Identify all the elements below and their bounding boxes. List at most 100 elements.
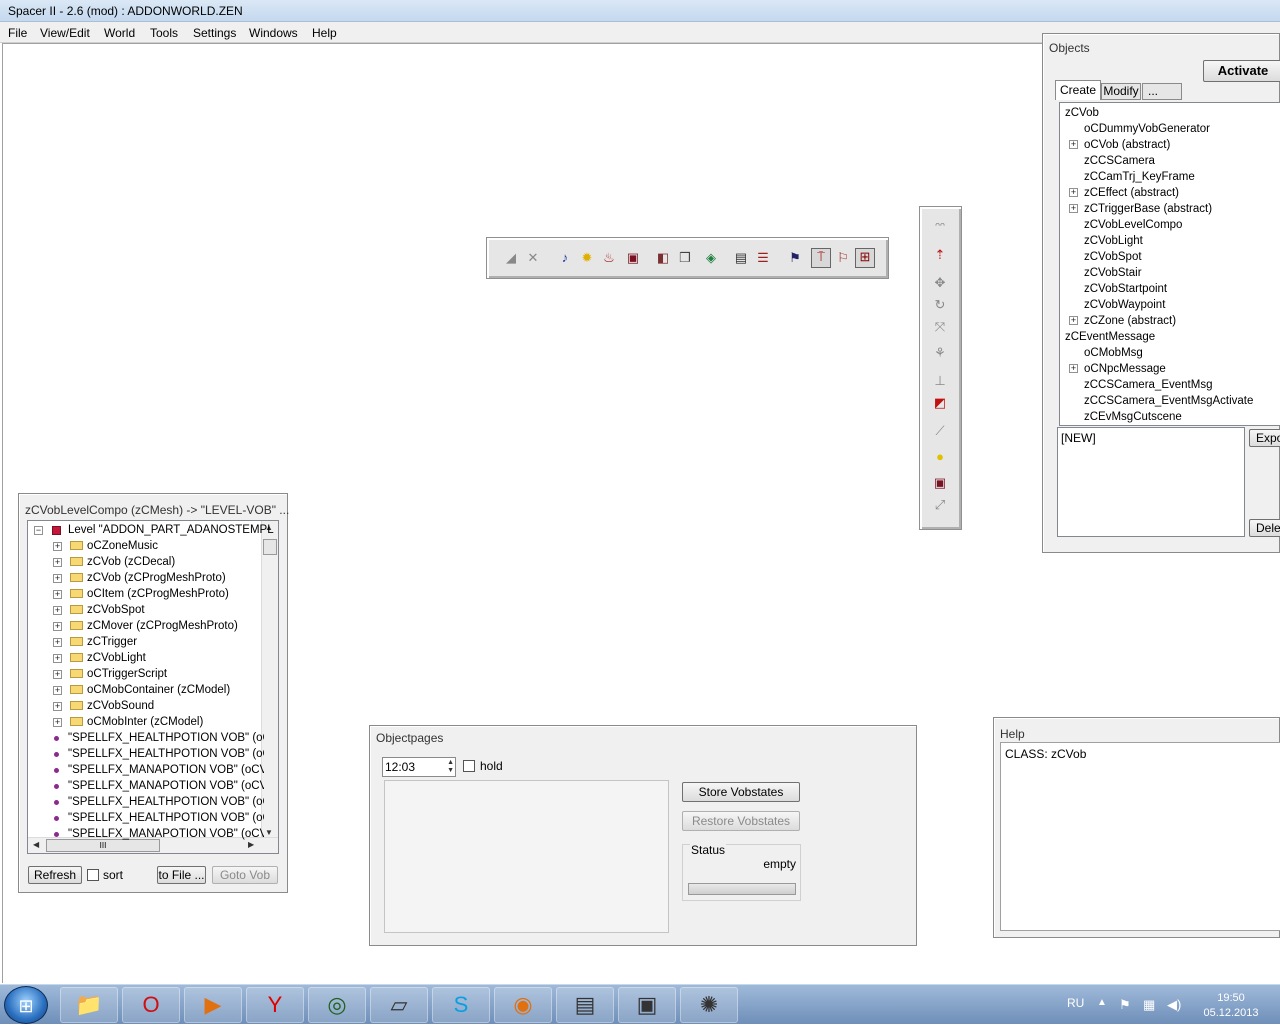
- preset-item[interactable]: [NEW]: [1061, 431, 1096, 445]
- winrar-icon[interactable]: ▤: [556, 987, 614, 1023]
- to-file-button[interactable]: to File ...: [157, 866, 206, 884]
- vob-tree-folder[interactable]: zCTrigger: [87, 634, 137, 650]
- gamemaker-icon[interactable]: ◎: [308, 987, 366, 1023]
- class-tree-item[interactable]: zCEffect (abstract): [1084, 185, 1179, 201]
- tree-expander-icon[interactable]: +: [53, 638, 62, 647]
- scroll-left-icon[interactable]: ◀: [33, 840, 39, 849]
- class-tree-item[interactable]: oCMobMsg: [1084, 345, 1143, 361]
- bulb-icon[interactable]: ●: [932, 449, 948, 465]
- class-tree-item[interactable]: zCVobStartpoint: [1084, 281, 1167, 297]
- explorer-icon[interactable]: 📁: [60, 987, 118, 1023]
- vob-tree-folder[interactable]: oCMobContainer (zCModel): [87, 682, 230, 698]
- vob-tree-item[interactable]: "SPELLFX_HEALTHPOTION VOB" (oCV: [68, 730, 264, 746]
- tab-more[interactable]: ...: [1142, 83, 1182, 100]
- hold-checkbox[interactable]: [463, 760, 475, 772]
- tree-expander-icon[interactable]: +: [1069, 140, 1078, 149]
- preset-list[interactable]: [NEW]: [1057, 427, 1245, 537]
- tree-expander-icon[interactable]: +: [53, 558, 62, 567]
- tree-expander-icon[interactable]: +: [53, 542, 62, 551]
- scale-icon[interactable]: ⤧: [932, 319, 948, 335]
- class-tree-item[interactable]: zCVobLight: [1084, 233, 1143, 249]
- tab-modify[interactable]: Modify: [1101, 83, 1141, 100]
- sort-checkbox[interactable]: [87, 869, 99, 881]
- eyes-icon[interactable]: ᵔᵔ: [932, 219, 948, 235]
- sun-icon[interactable]: ✹: [579, 250, 595, 266]
- vob-tree-item[interactable]: "SPELLFX_MANAPOTION VOB" (oCVis: [68, 778, 264, 794]
- arrow-icon[interactable]: ◢: [503, 250, 519, 266]
- drag-icon[interactable]: ⚘: [932, 345, 948, 361]
- scroll-thumb[interactable]: [263, 539, 277, 555]
- yandex-icon[interactable]: Y: [246, 987, 304, 1023]
- menu-view-edit[interactable]: View/Edit: [40, 26, 90, 40]
- menu-settings[interactable]: Settings: [193, 26, 236, 40]
- signpost-icon[interactable]: ⚐: [835, 250, 851, 266]
- spin-arrows-icon[interactable]: ▲ ▼: [447, 759, 454, 775]
- vob-tree-folder[interactable]: oCZoneMusic: [87, 538, 158, 554]
- vob-tree-item[interactable]: "SPELLFX_MANAPOTION VOB" (oCVis: [68, 826, 264, 842]
- class-tree[interactable]: zCVob oCDummyVobGenerator + oCVob (abstract…: [1059, 102, 1280, 426]
- vob-tree-folder[interactable]: oCMobInter (zCModel): [87, 714, 203, 730]
- splitter-icon[interactable]: ✕: [525, 250, 541, 266]
- time-input[interactable]: 12:03 ▲ ▼: [382, 757, 456, 777]
- tree-expander-icon[interactable]: +: [1069, 364, 1078, 373]
- tree-expander-icon[interactable]: +: [53, 622, 62, 631]
- tree-expander-icon[interactable]: +: [53, 654, 62, 663]
- class-tree-item[interactable]: zCCSCamera_EventMsgActivate: [1084, 393, 1253, 409]
- vob-tree-folder[interactable]: oCItem (zCProgMeshProto): [87, 586, 229, 602]
- vob-tree-folder[interactable]: zCVobSpot: [87, 602, 145, 618]
- pin-icon[interactable]: ⤢: [932, 497, 948, 513]
- menu-tools[interactable]: Tools: [150, 26, 178, 40]
- class-tree-item[interactable]: oCVob (abstract): [1084, 137, 1170, 153]
- decal-icon[interactable]: ◧: [655, 250, 671, 266]
- class-tree-item[interactable]: zCCamTrj_KeyFrame: [1084, 169, 1195, 185]
- rotate-icon[interactable]: ↻: [932, 297, 948, 313]
- vob-tree[interactable]: ▲ ▼ ◀ III ▶ − Level "ADDON_PART_ADANOSTEM…: [27, 520, 279, 854]
- volume-icon[interactable]: ◀): [1167, 997, 1181, 1013]
- tree-expander-icon[interactable]: +: [53, 702, 62, 711]
- collision-icon[interactable]: ◩: [932, 395, 948, 411]
- music-icon[interactable]: ♪: [557, 250, 573, 266]
- tab-create[interactable]: Create: [1055, 80, 1101, 100]
- class-tree-item[interactable]: zCCSCamera_EventMsg: [1084, 377, 1212, 393]
- video-camera-icon[interactable]: ▣: [932, 475, 948, 491]
- vobstate-list[interactable]: [384, 780, 669, 933]
- spacer-icon[interactable]: ✺: [680, 987, 738, 1023]
- list-icon[interactable]: ☰: [755, 250, 771, 266]
- class-tree-item[interactable]: zCVobWaypoint: [1084, 297, 1165, 313]
- vob-tree-folder[interactable]: zCMover (zCProgMeshProto): [87, 618, 238, 634]
- cube-icon[interactable]: ❒: [677, 250, 693, 266]
- network-icon[interactable]: ▦: [1143, 997, 1155, 1013]
- mesh-icon[interactable]: ◈: [703, 250, 719, 266]
- menu-world[interactable]: World: [104, 26, 135, 40]
- vob-tree-folder[interactable]: zCVobSound: [87, 698, 154, 714]
- notepad-icon[interactable]: ▱: [370, 987, 428, 1023]
- export-button[interactable]: Expo: [1249, 429, 1280, 447]
- goto-vob-button[interactable]: Goto Vob: [212, 866, 278, 884]
- tree-expander-icon[interactable]: +: [53, 718, 62, 727]
- class-tree-item[interactable]: zCCSCamera: [1084, 153, 1155, 169]
- vob-tree-item[interactable]: "SPELLFX_HEALTHPOTION VOB" (oCV: [68, 746, 264, 762]
- person-icon[interactable]: ⇡: [932, 247, 948, 263]
- class-tree-item[interactable]: zCVobStair: [1084, 265, 1142, 281]
- tree-expander-icon[interactable]: +: [53, 686, 62, 695]
- flame-icon[interactable]: ♨: [601, 250, 617, 266]
- scroll-down-icon[interactable]: ▼: [265, 828, 273, 837]
- move-icon[interactable]: ✥: [932, 275, 948, 291]
- camera-icon[interactable]: ▣: [625, 250, 641, 266]
- class-tree-item[interactable]: zCVobSpot: [1084, 249, 1142, 265]
- class-tree-item[interactable]: zCVobLevelCompo: [1084, 217, 1182, 233]
- media-player-icon[interactable]: ▶: [184, 987, 242, 1023]
- vob-tree-folder[interactable]: zCVob (zCDecal): [87, 554, 175, 570]
- tree-expander-icon[interactable]: +: [1069, 188, 1078, 197]
- language-indicator[interactable]: RU: [1067, 996, 1084, 1010]
- grid-select-icon[interactable]: ⊞: [855, 248, 875, 268]
- vob-tree-folder[interactable]: oCTriggerScript: [87, 666, 167, 682]
- clock[interactable]: 19:50 05.12.2013: [1196, 991, 1266, 1021]
- tree-expander-icon[interactable]: +: [53, 670, 62, 679]
- ruler-icon[interactable]: ⊥: [932, 373, 948, 389]
- menu-help[interactable]: Help: [312, 26, 337, 40]
- tree-expander-icon[interactable]: +: [1069, 316, 1078, 325]
- vob-tree-folder[interactable]: zCVobLight: [87, 650, 146, 666]
- vob-tree-item[interactable]: "SPELLFX_MANAPOTION VOB" (oCVis: [68, 762, 264, 778]
- action-center-icon[interactable]: ⚑: [1119, 997, 1131, 1013]
